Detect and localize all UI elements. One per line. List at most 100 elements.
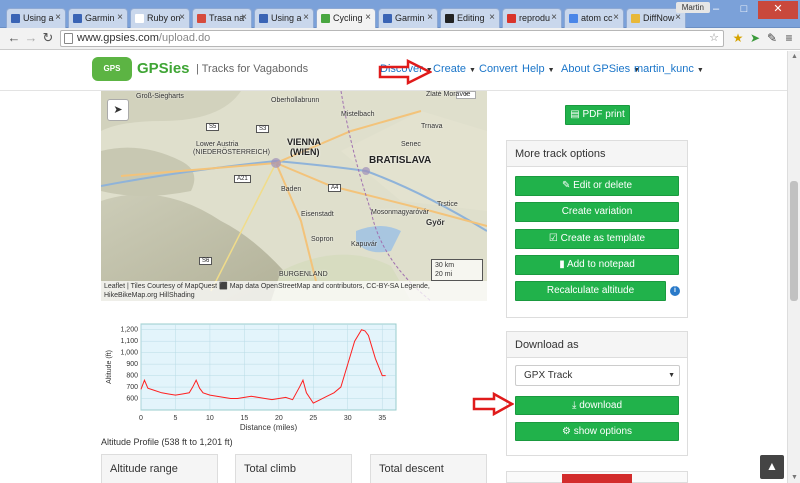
browser-tab[interactable]: Ruby on × — [130, 8, 190, 28]
road-label: A4 — [328, 184, 342, 192]
town-label: Mistelbach — [341, 111, 375, 118]
menu-icon[interactable]: ≡ — [782, 31, 796, 45]
tab-favicon-icon — [11, 14, 20, 23]
nav-user[interactable]: martin_kunc ▼ — [634, 63, 704, 75]
altitude-chart-svg: 0 5 10 15 20 25 30 35 600 700 800 900 1,000 1,100 1,20… — [106, 323, 397, 432]
close-window-icon[interactable]: ✕ — [758, 1, 798, 19]
nav-about-label: About GPSies — [561, 63, 631, 75]
town-label: Baden — [281, 186, 302, 193]
nav-about[interactable]: About GPSies ▼ — [561, 63, 640, 75]
nav-convert[interactable]: Convert — [479, 63, 518, 75]
scroll-down-icon[interactable]: ▼ — [791, 474, 798, 481]
x-tick-label: 20 — [275, 415, 283, 422]
tab-favicon-icon — [73, 14, 82, 23]
town-label: Groß-Siegharts — [136, 93, 184, 100]
tab-close-icon[interactable]: × — [489, 9, 495, 27]
locate-icon[interactable]: ➤ — [107, 99, 129, 121]
x-tick-label: 35 — [378, 415, 386, 422]
tab-label: Using a — [23, 13, 54, 23]
scroll-to-top-icon[interactable]: ▲ — [760, 455, 784, 479]
download-format-select[interactable]: GPX Track ▼ — [515, 365, 680, 386]
tab-close-icon[interactable]: × — [427, 9, 433, 27]
recalculate-altitude-button[interactable]: Recalculate altitude — [515, 281, 666, 301]
browser-tab[interactable]: reprodu × — [502, 8, 562, 28]
browser-tab[interactable]: Trasa na × — [192, 8, 252, 28]
browser-tab[interactable]: Garmin × — [378, 8, 438, 28]
tab-label: DiffNow — [643, 13, 675, 23]
y-tick-label: 700 — [126, 384, 138, 391]
town-label: Trstice — [437, 201, 458, 208]
browser-tab[interactable]: Garmin × — [68, 8, 128, 28]
create-template-button[interactable]: ☑ Create as template — [515, 229, 679, 249]
tab-favicon-icon — [135, 14, 144, 23]
map-scale: 30 km 20 mi — [431, 259, 483, 281]
download-button[interactable]: ⤓ download — [515, 396, 679, 415]
page-scrollbar[interactable]: ▲ ▼ — [787, 51, 800, 483]
y-tick-label: 600 — [126, 396, 138, 403]
gpsies-logo-icon[interactable]: GPS — [92, 57, 132, 81]
logo-text[interactable]: GPSies — [137, 60, 190, 77]
tab-label: reprodu — [519, 13, 551, 23]
city-vienna-local: (WIEN) — [290, 147, 320, 157]
stat-altitude-range: Altitude range — [101, 454, 218, 483]
edit-delete-button[interactable]: ✎ Edit or delete — [515, 176, 679, 196]
stat-total-climb: Total climb — [235, 454, 352, 483]
download-format-value: GPX Track — [524, 370, 573, 381]
download-title: Download as — [507, 332, 687, 358]
city-vienna: VIENNA — [287, 137, 322, 147]
edit-box-icon: ☑ — [548, 233, 561, 244]
extension-arrow-icon[interactable]: ➤ — [748, 31, 762, 45]
browser-tab[interactable]: Using a × — [254, 8, 314, 28]
town-label: Zlaté Moravce — [426, 91, 471, 98]
y-tick-label: 1,100 — [120, 338, 138, 345]
browser-tab[interactable]: Cycling × — [316, 8, 376, 29]
back-icon[interactable]: ← — [6, 30, 22, 46]
bookmark-star-icon[interactable]: ☆ — [709, 31, 719, 46]
annotation-arrow-icon — [472, 392, 514, 416]
track-map[interactable]: ➤ ▾ VIENNA (WIEN) BRATISLAVA Groß-Siegha… — [101, 91, 487, 301]
gears-icon: ⚙ — [561, 426, 574, 437]
scroll-up-icon[interactable]: ▲ — [791, 53, 798, 60]
tab-close-icon[interactable]: × — [179, 9, 185, 27]
extension-star-icon[interactable]: ★ — [731, 31, 745, 45]
browser-toolbar: ← → ↻ www.gpsies.com/upload.do ☆ ★ ➤ ✎ ≡ — [0, 28, 800, 50]
y-tick-label: 800 — [126, 373, 138, 380]
altitude-chart: 0 5 10 15 20 25 30 35 600 700 800 900 1,000 1,100 1,20… — [101, 319, 401, 434]
browser-tab[interactable]: Using a × — [6, 8, 66, 28]
pdf-print-button[interactable]: ▤ PDF print — [565, 105, 630, 125]
maximize-icon[interactable]: □ — [730, 1, 758, 19]
town-label: Mosonmagyaróvár — [371, 209, 429, 216]
tab-close-icon[interactable]: × — [613, 9, 619, 27]
tab-close-icon[interactable]: × — [241, 9, 247, 27]
tab-favicon-icon — [631, 14, 640, 23]
advertisement[interactable] — [506, 471, 688, 483]
add-notepad-button[interactable]: ▮ Add to notepad — [515, 255, 679, 275]
create-template-label: Create as template — [560, 233, 646, 244]
address-bar[interactable]: www.gpsies.com/upload.do ☆ — [60, 30, 724, 47]
town-label: (NIEDERÖSTERREICH) — [193, 149, 271, 156]
scrollbar-thumb[interactable] — [790, 181, 798, 301]
browser-tab[interactable]: atom cc × — [564, 8, 624, 28]
nav-help-label: Help — [522, 63, 545, 75]
x-tick-label: 5 — [174, 415, 178, 422]
edit-delete-label: Edit or delete — [573, 180, 633, 191]
nav-help[interactable]: Help ▼ — [522, 63, 555, 75]
reload-icon[interactable]: ↻ — [40, 30, 56, 46]
tab-close-icon[interactable]: × — [303, 9, 309, 27]
browser-tab[interactable]: Editing × — [440, 8, 500, 28]
create-variation-button[interactable]: Create variation — [515, 202, 679, 222]
tab-close-icon[interactable]: × — [365, 9, 371, 27]
minimize-icon[interactable]: – — [702, 1, 730, 19]
tab-close-icon[interactable]: × — [55, 9, 61, 27]
extension-tool-icon[interactable]: ✎ — [765, 31, 779, 45]
tab-close-icon[interactable]: × — [117, 9, 123, 27]
url-path: /upload.do — [158, 32, 211, 44]
url-host: www.gpsies.com — [77, 32, 159, 44]
tab-close-icon[interactable]: × — [551, 9, 557, 27]
show-options-button[interactable]: ⚙ show options — [515, 422, 679, 441]
town-label: Győr — [426, 218, 445, 227]
nav-create[interactable]: Create ▼ — [433, 63, 476, 75]
forward-icon[interactable]: → — [23, 30, 39, 46]
info-icon[interactable]: i — [670, 286, 680, 296]
town-label: Oberhollabrunn — [271, 97, 320, 104]
